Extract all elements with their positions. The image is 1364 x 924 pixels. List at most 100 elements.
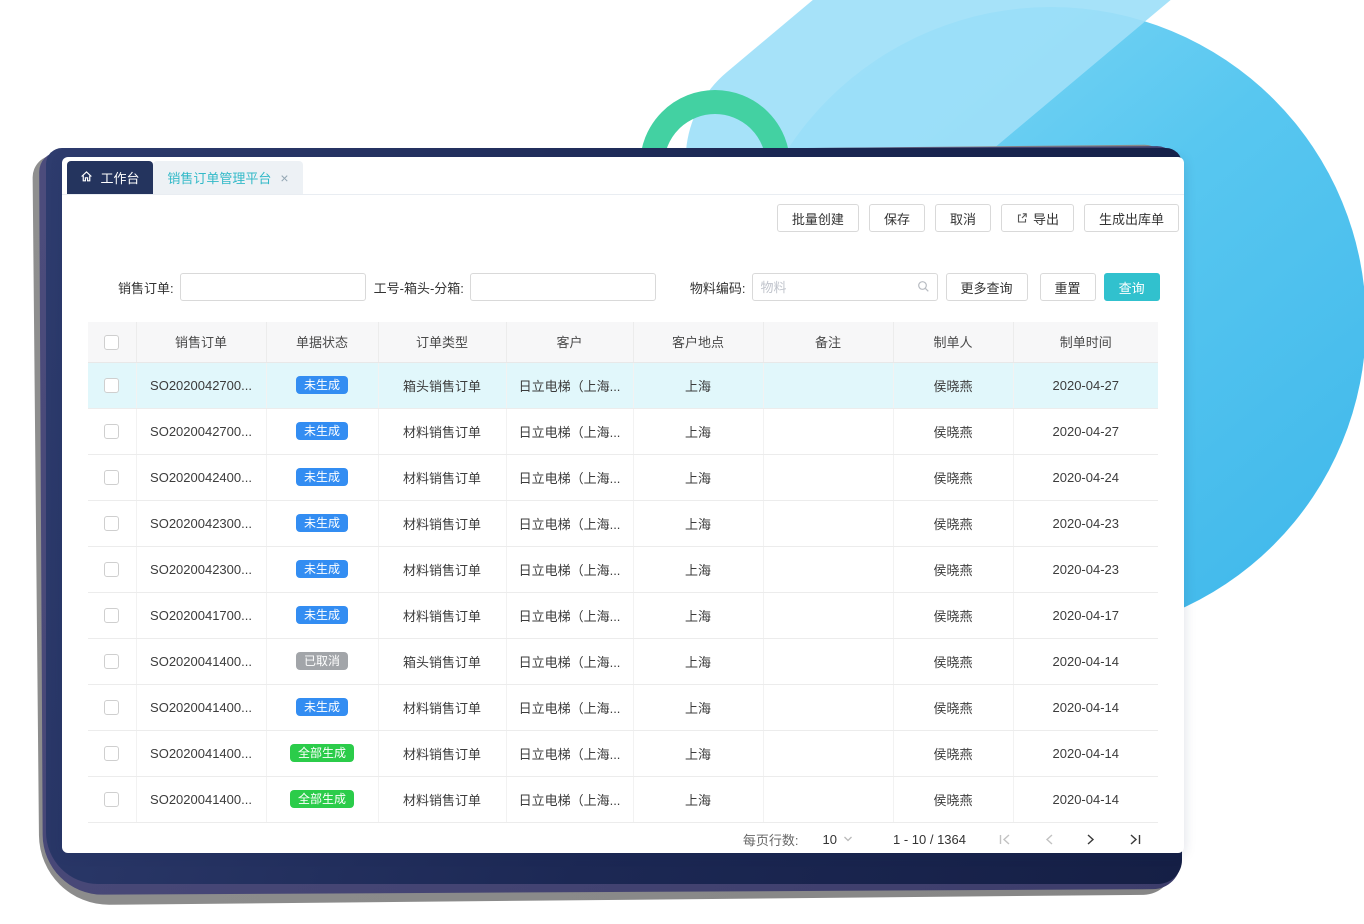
cell-location: 上海 bbox=[633, 776, 763, 822]
cell-order: SO2020041400... bbox=[136, 730, 266, 776]
cell-location: 上海 bbox=[633, 546, 763, 592]
batch-create-button[interactable]: 批量创建 bbox=[777, 204, 859, 232]
cell-checkbox bbox=[88, 362, 136, 408]
cell-status: 未生成 bbox=[266, 592, 378, 638]
rows-per-page-select[interactable]: 10 bbox=[823, 832, 853, 847]
cell-type: 箱头销售订单 bbox=[378, 638, 506, 684]
status-badge: 未生成 bbox=[296, 560, 348, 578]
orders-table-wrap: 销售订单 单据状态 订单类型 客户 客户地点 备注 制单人 制单时间 SO202… bbox=[88, 322, 1158, 823]
reset-button[interactable]: 重置 bbox=[1040, 273, 1096, 301]
pagination-bar: 每页行数: 10 1 - 10 / 1364 bbox=[62, 830, 1184, 849]
cell-customer: 日立电梯（上海... bbox=[506, 592, 633, 638]
cell-type: 材料销售订单 bbox=[378, 500, 506, 546]
more-query-button[interactable]: 更多查询 bbox=[946, 273, 1028, 301]
cell-date: 2020-04-14 bbox=[1013, 638, 1158, 684]
cell-remark bbox=[763, 638, 893, 684]
generate-outbound-button[interactable]: 生成出库单 bbox=[1084, 204, 1179, 232]
cell-remark bbox=[763, 776, 893, 822]
cell-type: 材料销售订单 bbox=[378, 776, 506, 822]
cell-customer: 日立电梯（上海... bbox=[506, 454, 633, 500]
status-badge: 未生成 bbox=[296, 606, 348, 624]
cell-order: SO2020042700... bbox=[136, 408, 266, 454]
cell-checkbox bbox=[88, 500, 136, 546]
cell-location: 上海 bbox=[633, 362, 763, 408]
row-checkbox[interactable] bbox=[104, 654, 119, 669]
cell-type: 材料销售订单 bbox=[378, 546, 506, 592]
cell-status: 全部生成 bbox=[266, 730, 378, 776]
tab-workbench[interactable]: 工作台 bbox=[67, 161, 153, 194]
tab-sales-order-platform[interactable]: 销售订单管理平台 × bbox=[153, 161, 303, 194]
cell-customer: 日立电梯（上海... bbox=[506, 546, 633, 592]
filter-bar: 销售订单: 工号-箱头-分箱: 物料编码: 更多查询 重置 查询 bbox=[62, 273, 1184, 301]
cell-customer: 日立电梯（上海... bbox=[506, 500, 633, 546]
table-row[interactable]: SO2020042300...未生成材料销售订单日立电梯（上海...上海侯晓燕2… bbox=[88, 546, 1158, 592]
row-checkbox[interactable] bbox=[104, 516, 119, 531]
orders-table: 销售订单 单据状态 订单类型 客户 客户地点 备注 制单人 制单时间 SO202… bbox=[88, 322, 1158, 823]
cell-type: 材料销售订单 bbox=[378, 684, 506, 730]
cell-creator: 侯晓燕 bbox=[893, 408, 1013, 454]
cell-customer: 日立电梯（上海... bbox=[506, 684, 633, 730]
last-page-icon[interactable] bbox=[1128, 833, 1142, 846]
status-badge: 未生成 bbox=[296, 422, 348, 440]
cell-date: 2020-04-14 bbox=[1013, 776, 1158, 822]
row-checkbox[interactable] bbox=[104, 700, 119, 715]
first-page-icon[interactable] bbox=[998, 833, 1012, 846]
col-create-time: 制单时间 bbox=[1013, 322, 1158, 362]
material-input[interactable] bbox=[752, 273, 938, 301]
row-checkbox[interactable] bbox=[104, 746, 119, 761]
cell-customer: 日立电梯（上海... bbox=[506, 362, 633, 408]
prev-page-icon[interactable] bbox=[1044, 833, 1054, 846]
cell-date: 2020-04-23 bbox=[1013, 546, 1158, 592]
query-button[interactable]: 查询 bbox=[1104, 273, 1160, 301]
table-row[interactable]: SO2020042700...未生成箱头销售订单日立电梯（上海...上海侯晓燕2… bbox=[88, 362, 1158, 408]
row-checkbox[interactable] bbox=[104, 792, 119, 807]
table-row[interactable]: SO2020042700...未生成材料销售订单日立电梯（上海...上海侯晓燕2… bbox=[88, 408, 1158, 454]
cell-order: SO2020042400... bbox=[136, 454, 266, 500]
table-row[interactable]: SO2020041400...未生成材料销售订单日立电梯（上海...上海侯晓燕2… bbox=[88, 684, 1158, 730]
cell-order: SO2020041400... bbox=[136, 638, 266, 684]
cell-location: 上海 bbox=[633, 684, 763, 730]
cell-date: 2020-04-27 bbox=[1013, 408, 1158, 454]
cell-location: 上海 bbox=[633, 408, 763, 454]
row-checkbox[interactable] bbox=[104, 424, 119, 439]
table-body: SO2020042700...未生成箱头销售订单日立电梯（上海...上海侯晓燕2… bbox=[88, 362, 1158, 822]
select-all-checkbox[interactable] bbox=[104, 335, 119, 350]
table-row[interactable]: SO2020042300...未生成材料销售订单日立电梯（上海...上海侯晓燕2… bbox=[88, 500, 1158, 546]
table-row[interactable]: SO2020041400...已取消箱头销售订单日立电梯（上海...上海侯晓燕2… bbox=[88, 638, 1158, 684]
row-checkbox[interactable] bbox=[104, 378, 119, 393]
cell-type: 材料销售订单 bbox=[378, 408, 506, 454]
table-row[interactable]: SO2020041700...未生成材料销售订单日立电梯（上海...上海侯晓燕2… bbox=[88, 592, 1158, 638]
row-checkbox[interactable] bbox=[104, 608, 119, 623]
cell-status: 已取消 bbox=[266, 638, 378, 684]
material-input-wrap bbox=[752, 273, 938, 301]
status-badge: 未生成 bbox=[296, 514, 348, 532]
sales-order-input[interactable] bbox=[180, 273, 366, 301]
cancel-button[interactable]: 取消 bbox=[935, 204, 991, 232]
cell-status: 未生成 bbox=[266, 546, 378, 592]
material-filter-label: 物料编码: bbox=[690, 278, 746, 297]
status-badge: 未生成 bbox=[296, 468, 348, 486]
next-page-icon[interactable] bbox=[1086, 833, 1096, 846]
home-icon bbox=[80, 170, 93, 186]
save-button[interactable]: 保存 bbox=[869, 204, 925, 232]
export-button[interactable]: 导出 bbox=[1001, 204, 1074, 232]
cell-status: 未生成 bbox=[266, 408, 378, 454]
table-row[interactable]: SO2020041400...全部生成材料销售订单日立电梯（上海...上海侯晓燕… bbox=[88, 730, 1158, 776]
table-row[interactable]: SO2020042400...未生成材料销售订单日立电梯（上海...上海侯晓燕2… bbox=[88, 454, 1158, 500]
col-customer: 客户 bbox=[506, 322, 633, 362]
status-badge: 已取消 bbox=[296, 652, 348, 670]
cell-type: 材料销售订单 bbox=[378, 730, 506, 776]
cell-remark bbox=[763, 546, 893, 592]
cell-creator: 侯晓燕 bbox=[893, 546, 1013, 592]
cell-order: SO2020042700... bbox=[136, 362, 266, 408]
cell-status: 未生成 bbox=[266, 684, 378, 730]
row-checkbox[interactable] bbox=[104, 562, 119, 577]
table-row[interactable]: SO2020041400...全部生成材料销售订单日立电梯（上海...上海侯晓燕… bbox=[88, 776, 1158, 822]
cell-remark bbox=[763, 362, 893, 408]
box-input[interactable] bbox=[470, 273, 656, 301]
cell-order: SO2020041400... bbox=[136, 684, 266, 730]
close-icon[interactable]: × bbox=[280, 170, 288, 186]
row-checkbox[interactable] bbox=[104, 470, 119, 485]
cell-location: 上海 bbox=[633, 454, 763, 500]
cell-remark bbox=[763, 592, 893, 638]
